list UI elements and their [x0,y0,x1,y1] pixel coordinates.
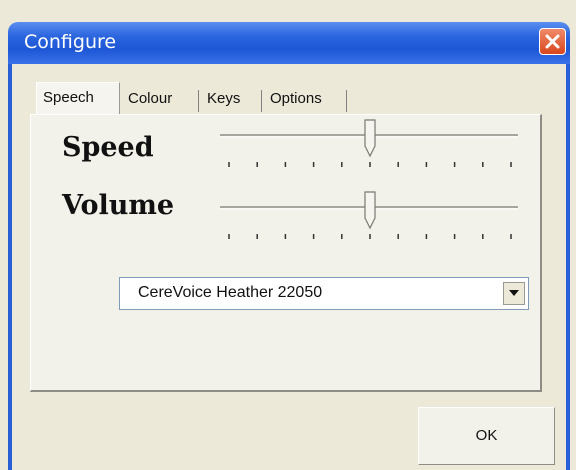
tab-options[interactable]: Options [270,84,322,114]
configure-dialog: Configure Speech Colour Keys Options Spe… [0,0,576,470]
tab-separator [346,90,347,112]
ok-button[interactable]: OK [418,407,555,465]
tab-label: Colour [128,90,173,107]
slider-thumb[interactable] [364,191,376,230]
slider-ticks [228,162,512,167]
tab-colour[interactable]: Colour [128,84,172,114]
tab-label: Options [270,90,322,107]
speed-slider[interactable] [215,118,525,174]
tab-label: Speech [43,89,94,106]
chevron-down-icon [509,290,519,296]
tab-separator [261,90,262,112]
tab-separator [198,90,199,112]
window-title: Configure [24,31,117,53]
title-bar[interactable]: Configure [8,22,570,64]
speed-label: Speed [62,132,154,163]
tab-speech[interactable]: Speech [36,82,120,114]
voice-selected-value: CereVoice Heather 22050 [138,284,323,301]
close-icon [545,34,560,49]
window-border-left [8,64,12,470]
close-button[interactable] [539,28,566,55]
window-border-right [566,64,570,470]
volume-label: Volume [62,190,175,221]
tab-keys[interactable]: Keys [207,84,240,114]
slider-ticks [228,234,512,239]
dropdown-button[interactable] [503,282,525,305]
voice-select[interactable]: CereVoice Heather 22050 [119,277,529,310]
volume-slider[interactable] [215,190,525,246]
slider-thumb[interactable] [364,119,376,158]
tab-label: Keys [207,90,241,107]
